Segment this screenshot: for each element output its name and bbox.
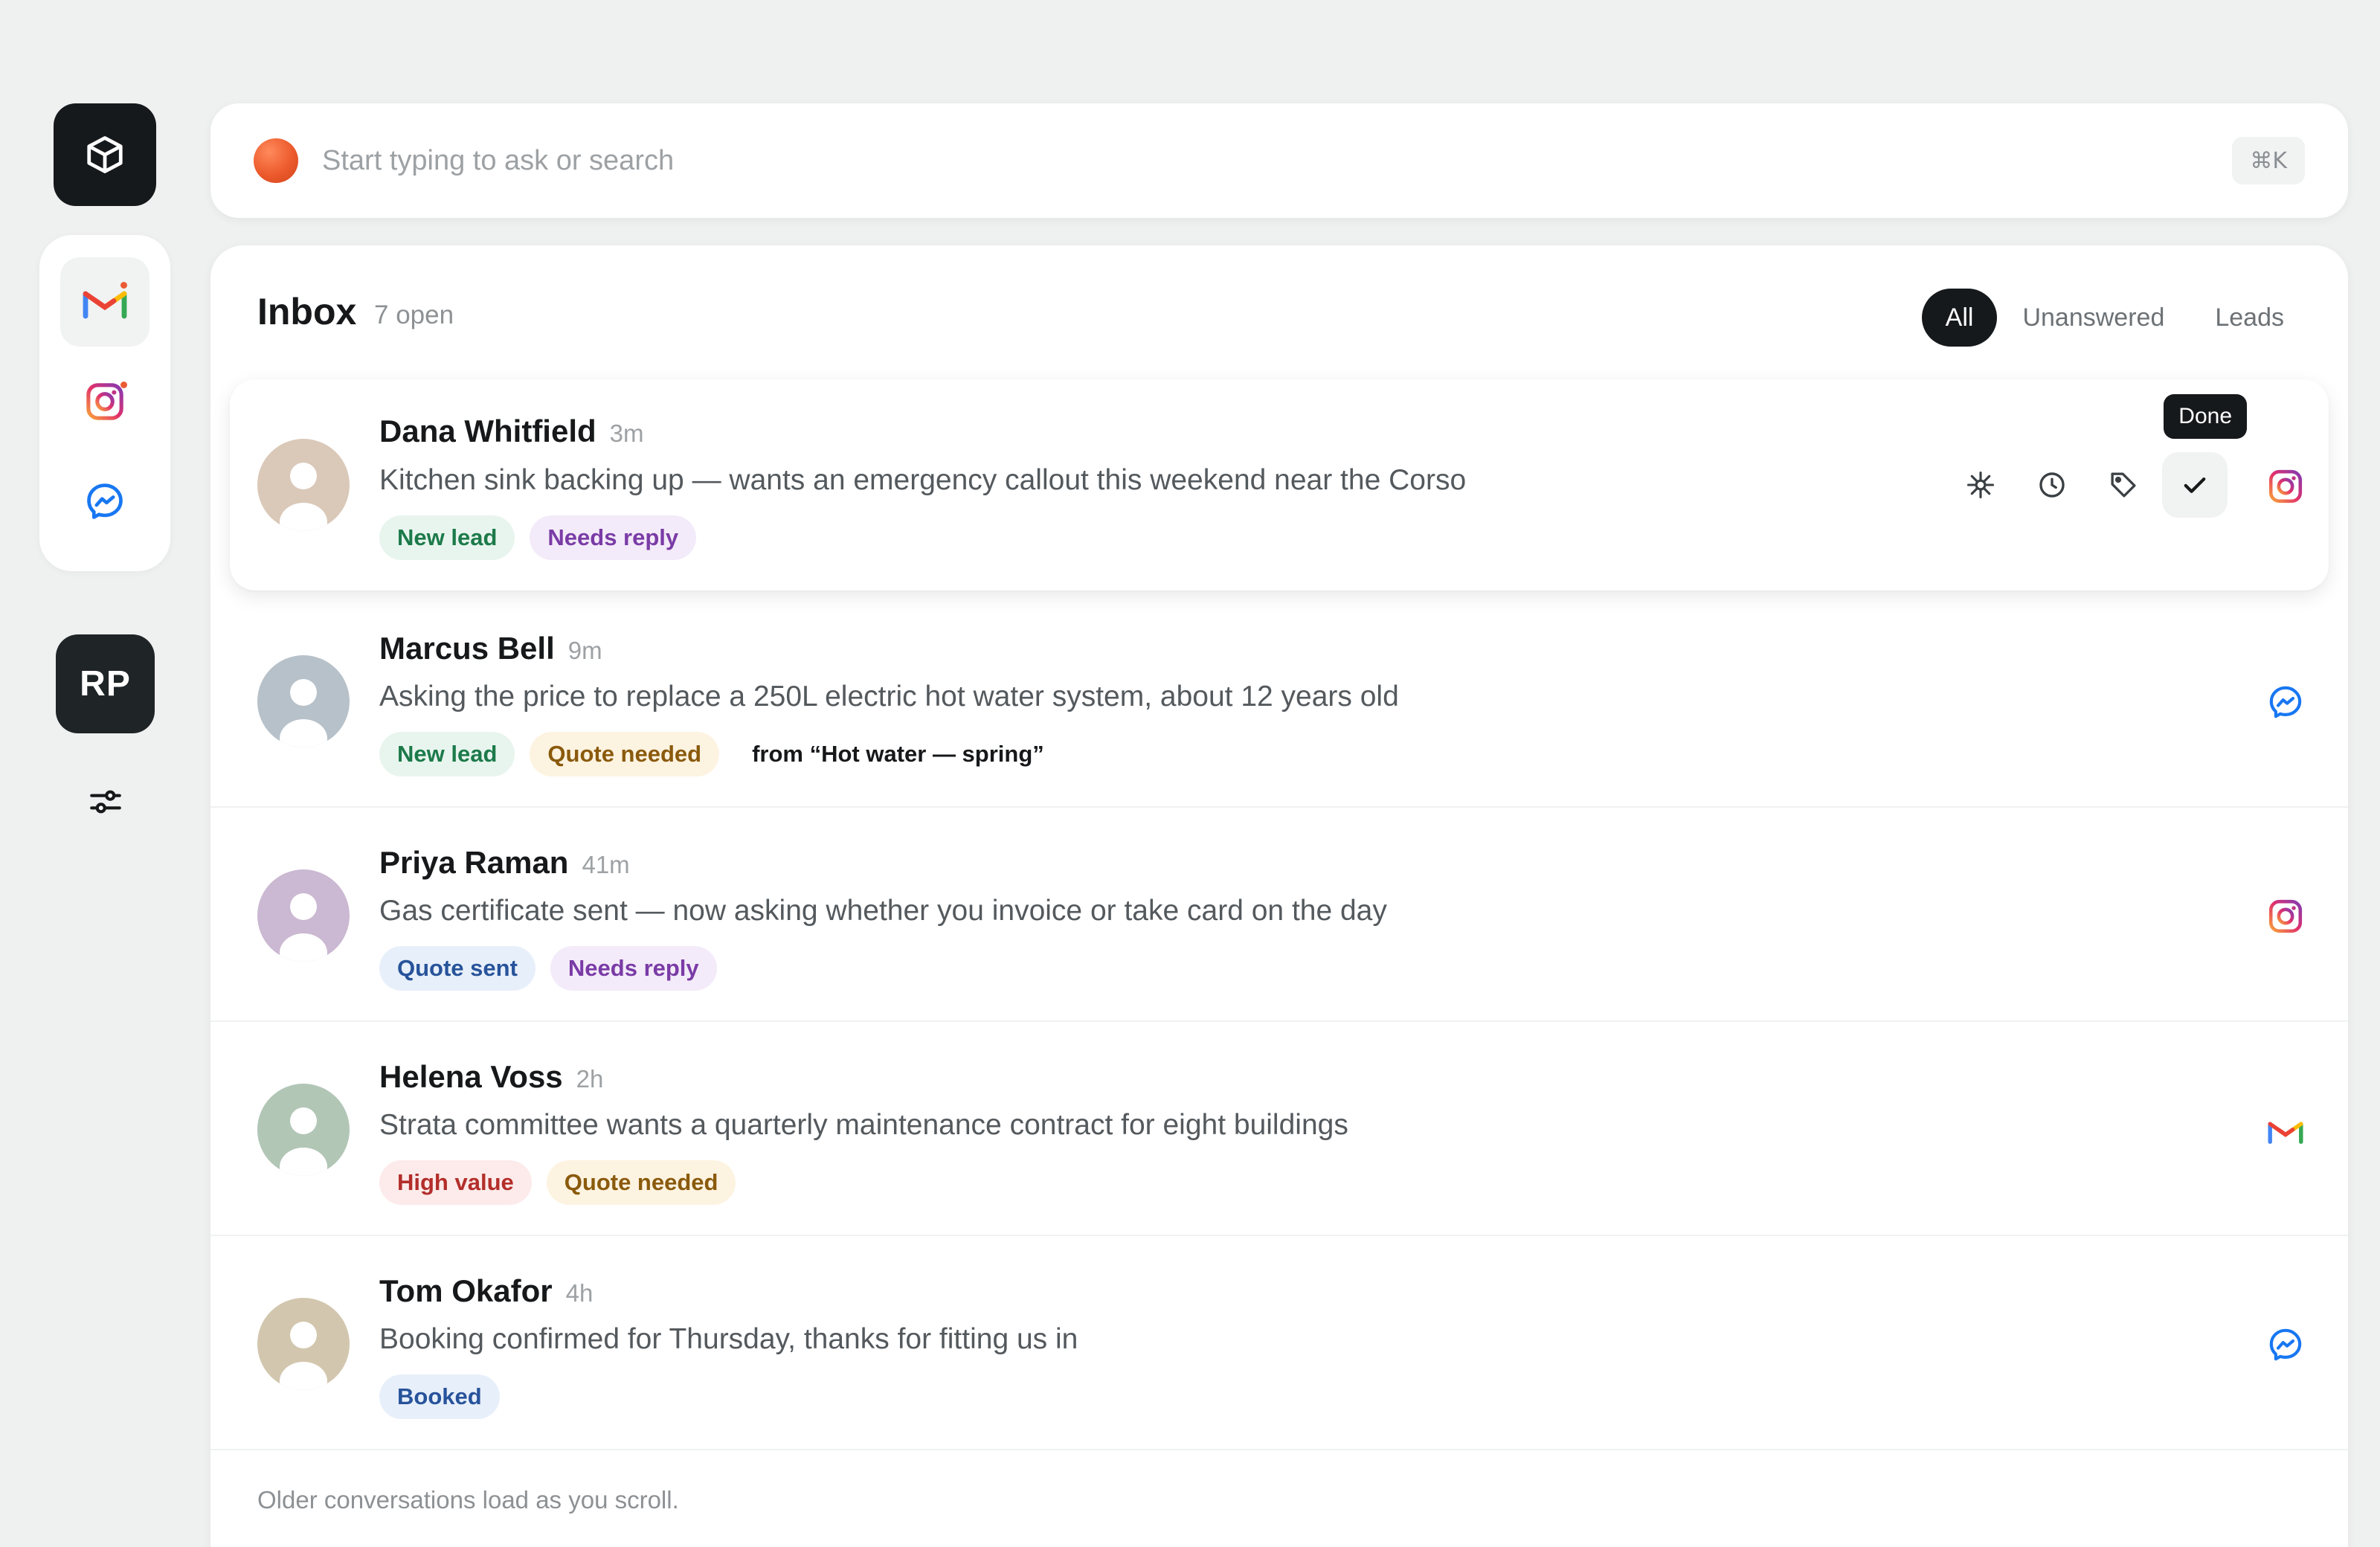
page-title: Inbox bbox=[257, 291, 357, 332]
shortcut-hint: ⌘K bbox=[2232, 137, 2305, 184]
cube-icon bbox=[87, 136, 123, 173]
remind-button[interactable] bbox=[2019, 452, 2085, 518]
message-snippet: Gas certificate sent — now asking whethe… bbox=[379, 895, 1387, 927]
status-badge: Quote needed bbox=[546, 1160, 736, 1205]
timestamp: 2h bbox=[576, 1065, 604, 1093]
conversation-row[interactable]: Helena Voss 2h Strata committee wants a q… bbox=[210, 1023, 2348, 1236]
channel-badge bbox=[2266, 897, 2305, 936]
message-snippet: Strata committee wants a quarterly maint… bbox=[379, 1109, 1348, 1141]
avatar bbox=[257, 655, 350, 747]
sliders-icon bbox=[90, 790, 121, 814]
message-snippet: Booking confirmed for Thursday, thanks f… bbox=[379, 1323, 1078, 1355]
instagram-icon bbox=[2268, 899, 2303, 933]
avatar bbox=[257, 439, 350, 531]
conversation-row[interactable]: Dana Whitfield 3m Kitchen sink backing up… bbox=[230, 379, 2329, 591]
message-snippet: Asking the price to replace a 250L elect… bbox=[379, 681, 1399, 713]
app-gmail-button[interactable] bbox=[60, 257, 149, 347]
status-badge: Needs reply bbox=[530, 515, 697, 560]
assistant-orb-icon[interactable] bbox=[254, 138, 298, 183]
status-badge: Booked bbox=[379, 1374, 500, 1419]
avatar bbox=[257, 869, 350, 962]
connected-apps-panel bbox=[39, 235, 170, 571]
messenger-icon bbox=[87, 483, 123, 519]
unread-dot bbox=[120, 382, 127, 388]
status-badge: Quote sent bbox=[379, 946, 536, 991]
contact-name: Dana Whitfield bbox=[379, 414, 596, 448]
clock-icon bbox=[2039, 472, 2065, 498]
instagram-icon bbox=[2268, 469, 2303, 504]
status-badge: Quote needed bbox=[530, 732, 720, 776]
app-messenger-button[interactable] bbox=[60, 457, 149, 546]
user-avatar[interactable]: RP bbox=[56, 634, 155, 733]
load-more-hint: Older conversations load as you scroll. bbox=[257, 1486, 679, 1514]
app-logo[interactable] bbox=[54, 103, 156, 206]
conversation-row[interactable]: Tom Okafor 4h Booking confirmed for Thurs… bbox=[210, 1238, 2348, 1450]
contact-name: Marcus Bell bbox=[379, 631, 555, 666]
contact-name: Priya Raman bbox=[379, 845, 569, 880]
unread-dot bbox=[120, 282, 127, 289]
timestamp: 41m bbox=[582, 851, 630, 878]
gmail-icon bbox=[83, 291, 127, 319]
status-badge: High value bbox=[379, 1160, 532, 1205]
channel-badge bbox=[2266, 1111, 2305, 1150]
filter-tabs: All Unanswered Leads bbox=[1921, 289, 2309, 347]
contact-name: Tom Okafor bbox=[379, 1273, 553, 1308]
channel-badge bbox=[2266, 1325, 2305, 1364]
channel-badge bbox=[2266, 683, 2305, 721]
channel-badge bbox=[2266, 467, 2305, 506]
tag-button[interactable] bbox=[2091, 452, 2156, 518]
snooze-star-icon bbox=[1966, 471, 1995, 499]
inbox-panel: Inbox 7 open All Unanswered Leads Dana W… bbox=[210, 245, 2348, 1547]
search-input[interactable] bbox=[322, 126, 2107, 196]
snooze-button[interactable] bbox=[1948, 452, 2013, 518]
settings-button[interactable] bbox=[83, 782, 128, 821]
messenger-icon bbox=[2269, 686, 2302, 718]
row-actions bbox=[1942, 452, 2228, 518]
open-count: 7 open bbox=[374, 300, 454, 329]
search-bar: ⌘K bbox=[210, 103, 2348, 218]
messenger-icon bbox=[2269, 1328, 2302, 1361]
tab-all[interactable]: All bbox=[1921, 289, 1998, 347]
status-badge: Needs reply bbox=[550, 946, 717, 991]
timestamp: 9m bbox=[567, 637, 602, 664]
done-tooltip: Done bbox=[2164, 394, 2247, 439]
avatar bbox=[257, 1298, 350, 1390]
conversation-row[interactable]: Priya Raman 41m Gas certificate sent — no… bbox=[210, 809, 2348, 1022]
app-instagram-button[interactable] bbox=[60, 357, 149, 446]
contact-name: Helena Voss bbox=[379, 1059, 563, 1094]
timestamp: 4h bbox=[565, 1279, 594, 1307]
status-badge: New lead bbox=[379, 732, 515, 776]
tag-icon bbox=[2111, 472, 2136, 498]
gmail-icon bbox=[2268, 1122, 2303, 1144]
done-button[interactable] bbox=[2162, 452, 2228, 518]
tab-leads[interactable]: Leads bbox=[2190, 289, 2309, 347]
check-icon bbox=[2184, 477, 2206, 493]
status-badge: New lead bbox=[379, 515, 515, 560]
campaign-source: from “Hot water — spring” bbox=[752, 741, 1044, 767]
timestamp: 3m bbox=[609, 419, 644, 447]
instagram-icon bbox=[86, 383, 123, 420]
avatar bbox=[257, 1084, 350, 1176]
conversation-row[interactable]: Marcus Bell 9m Asking the price to replac… bbox=[210, 595, 2348, 808]
tab-unanswered[interactable]: Unanswered bbox=[1997, 289, 2190, 347]
message-snippet: Kitchen sink backing up — wants an emerg… bbox=[379, 464, 1467, 496]
